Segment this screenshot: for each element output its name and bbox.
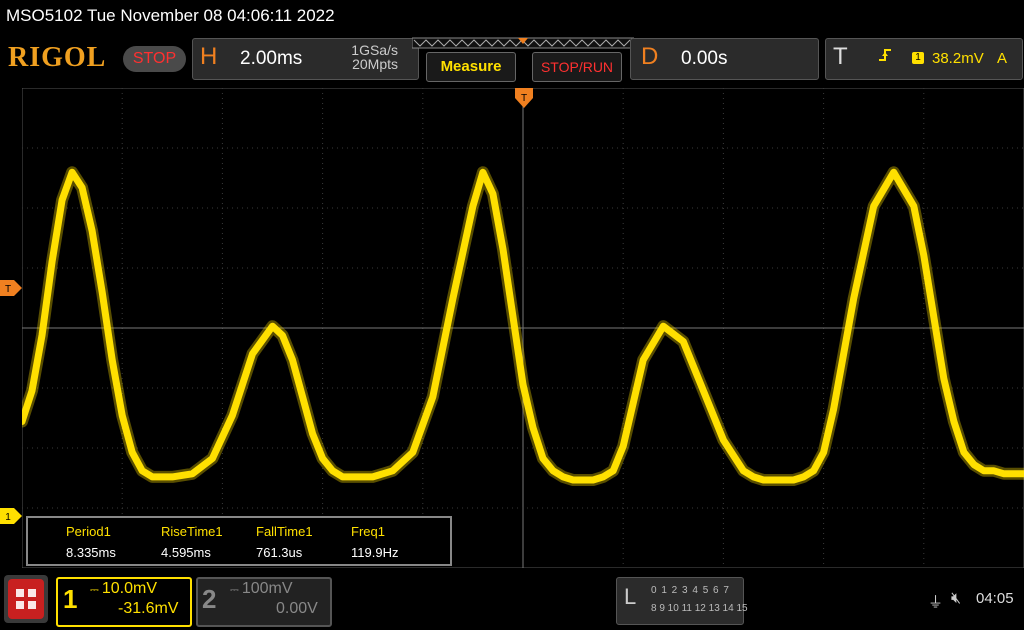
channel1-ground-marker[interactable]: 1 <box>0 508 22 524</box>
channel2-offset: 0.00V <box>276 600 318 617</box>
trigger-level-label: T <box>5 284 11 295</box>
trigger-source-badge: 1 <box>912 52 924 64</box>
channel1-scale: ⎓ 10.0mV <box>90 580 157 598</box>
trigger-label: T <box>833 43 848 70</box>
measure-value-period: 8.335ms <box>66 545 116 560</box>
acquisition-info: 1GSa/s 20Mpts <box>300 43 398 71</box>
measure-name-period: Period1 <box>66 524 111 539</box>
measure-name-risetime: RiseTime1 <box>161 524 223 539</box>
channel1-number: 1 <box>63 584 78 614</box>
timebase-value: 2.00ms <box>240 48 303 69</box>
rigol-logo: RIGOL <box>8 42 107 73</box>
waveform-display[interactable] <box>22 88 1024 568</box>
measure-button[interactable]: Measure <box>426 52 516 82</box>
measure-value-freq: 119.9Hz <box>351 545 399 560</box>
menu-button[interactable] <box>4 575 48 623</box>
memory-position-bar[interactable] <box>412 36 634 52</box>
channel2-scale: ⎓ 100mV <box>230 580 293 598</box>
channel1-scale-value: 10.0mV <box>101 580 157 597</box>
delay-value: 0.00s <box>681 48 728 69</box>
usb-icon: ⏚ <box>928 594 944 611</box>
trigger-position-label: T <box>521 93 527 104</box>
graticule <box>22 88 1024 568</box>
trigger-level-marker[interactable]: T <box>0 280 22 296</box>
channel1-ground-label: 1 <box>5 512 11 523</box>
measure-name-falltime: FallTime1 <box>256 524 313 539</box>
measure-value-falltime: 761.3us <box>256 545 303 560</box>
stop-run-button[interactable]: STOP/RUN <box>532 52 622 82</box>
digital-channels-low: 0 1 2 3 4 5 6 7 <box>651 585 730 596</box>
trigger-position-marker[interactable]: T <box>515 88 533 110</box>
speaker-muted-icon[interactable]: 🔇︎ <box>951 590 961 608</box>
digital-channels-high: 8 9 10 11 12 13 14 15 <box>651 603 748 614</box>
channel2-number: 2 <box>202 584 217 614</box>
channel1-offset: -31.6mV <box>118 600 179 617</box>
dc-coupling-icon: ⎓ <box>230 584 242 596</box>
dc-coupling-icon: ⎓ <box>90 584 102 596</box>
measure-name-freq: Freq1 <box>351 524 385 539</box>
run-state-badge[interactable]: STOP <box>123 46 186 72</box>
horizontal-label: H <box>200 43 218 70</box>
channel2-scale-value: 100mV <box>241 580 293 597</box>
measure-value-risetime: 4.595ms <box>161 545 211 560</box>
rising-edge-icon <box>878 48 892 66</box>
sample-rate: 1GSa/s <box>351 42 398 58</box>
trigger-panel[interactable] <box>825 38 1023 80</box>
logic-analyzer-label: L <box>624 584 637 609</box>
delay-label: D <box>641 43 659 70</box>
trigger-mode: A <box>997 50 1008 67</box>
clock: 04:05 <box>976 590 1014 607</box>
grid-menu-icon <box>8 579 44 619</box>
trigger-level: 38.2mV <box>932 50 984 67</box>
window-title: MSO5102 Tue November 08 04:06:11 2022 <box>6 6 335 25</box>
measurement-panel[interactable]: Period1 8.335ms RiseTime1 4.595ms FallTi… <box>26 516 452 566</box>
memory-depth: 20Mpts <box>352 56 398 72</box>
